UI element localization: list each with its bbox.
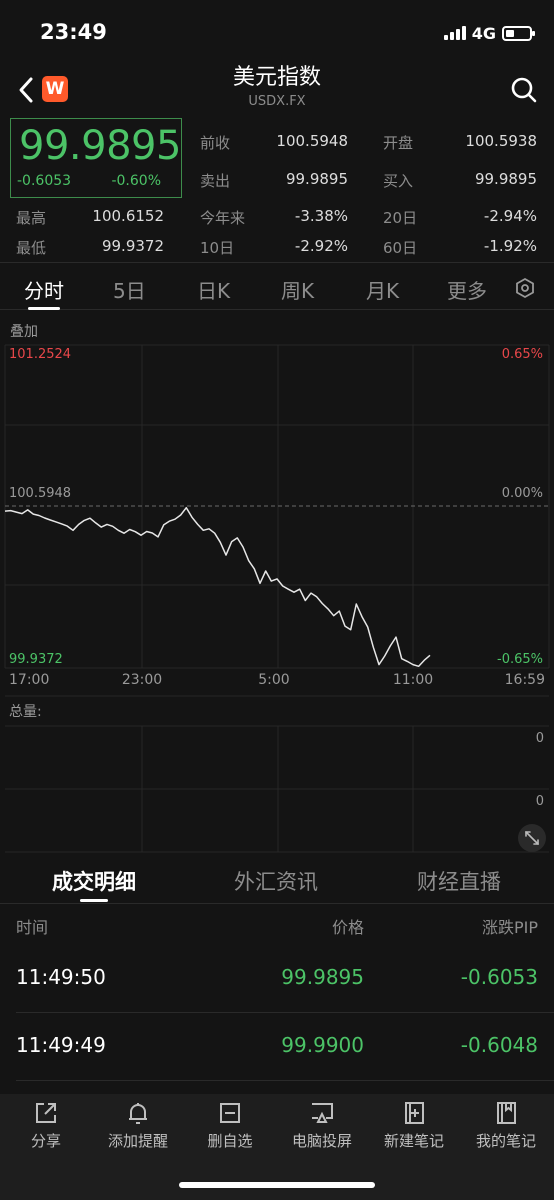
d60-value: -1.92% (483, 237, 537, 255)
add-alert-label: 添加提醒 (107, 1132, 168, 1150)
volume-top-value: 0 (536, 731, 544, 746)
col-change-header: 涨跌PIP (481, 918, 538, 937)
hexagon-settings-icon (516, 277, 534, 299)
tab-underline (28, 307, 60, 310)
price-change-pct: -0.60% (111, 173, 161, 189)
col-price-header: 价格 (331, 918, 364, 937)
x-tick-0500: 5:00 (258, 672, 289, 688)
chart-grid (4, 344, 550, 853)
chart-settings-button[interactable] (514, 277, 536, 299)
price-box: 99.9895 -0.6053 -0.60% (10, 118, 182, 198)
fullscreen-button[interactable] (518, 824, 546, 852)
network-type: 4G (471, 23, 496, 43)
x-tick-1700: 17:00 (9, 672, 49, 688)
prev-close-label: 前收 (200, 134, 231, 152)
screen-cast-button[interactable]: 电脑投屏 (276, 1100, 368, 1151)
remove-watchlist-label: 删自选 (207, 1132, 253, 1150)
trade-price: 99.9900 (281, 1033, 364, 1057)
notebook-icon (497, 1102, 516, 1124)
low-value: 99.9372 (101, 237, 164, 255)
d20-value: -2.94% (483, 207, 537, 225)
d10-label: 10日 (200, 239, 235, 257)
bell-icon (129, 1103, 147, 1124)
share-label: 分享 (30, 1132, 61, 1150)
trade-time: 11:49:50 (16, 965, 106, 989)
my-notes-label: 我的笔记 (475, 1132, 536, 1150)
x-tick-1100: 11:00 (393, 672, 433, 688)
open-label: 开盘 (383, 134, 414, 152)
bid-value: 99.9895 (474, 170, 537, 188)
row-divider (16, 1012, 554, 1013)
y-bottom-value: 99.9372 (9, 652, 63, 667)
bid-label: 买入 (383, 172, 414, 190)
last-price: 99.9895 (19, 123, 181, 169)
new-note-icon (405, 1102, 424, 1124)
y-top-value: 101.2524 (9, 347, 71, 362)
prev-close-value: 100.5948 (276, 132, 348, 150)
search-button[interactable] (510, 76, 538, 104)
ytd-label: 今年来 (200, 209, 246, 227)
ask-label: 卖出 (200, 172, 231, 190)
trade-time: 11:49:49 (16, 1033, 106, 1057)
divider (0, 903, 554, 904)
new-note-button[interactable]: 新建笔记 (368, 1100, 460, 1151)
col-time-header: 时间 (16, 918, 49, 937)
new-note-label: 新建笔记 (383, 1132, 444, 1150)
screen-cast-label: 电脑投屏 (291, 1132, 352, 1150)
status-indicators: 4G (443, 22, 535, 44)
intraday-chart[interactable]: 叠加 101.2524 0.65% 100.5948 0.00% 99.9372… (0, 312, 554, 857)
y-mid-pct: 0.00% (502, 486, 543, 501)
search-icon (511, 77, 537, 103)
low-label: 最低 (16, 239, 47, 257)
cast-icon (312, 1103, 333, 1123)
ytd-value: -3.38% (294, 207, 348, 225)
x-tick-1659: 16:59 (505, 672, 545, 688)
price-change: -0.6053 (17, 173, 72, 189)
trade-price: 99.9895 (281, 965, 364, 989)
volume-mid-value: 0 (536, 794, 544, 809)
tab-forex-news[interactable]: 外汇资讯 (234, 866, 318, 896)
tab-intraday[interactable]: 分时 (24, 275, 64, 304)
y-mid-value: 100.5948 (9, 486, 71, 501)
period-tabs: 分时 5日 日K 周K 月K 更多 (0, 262, 554, 310)
battery-icon (502, 25, 535, 41)
tab-daily-k[interactable]: 日K (197, 275, 230, 304)
volume-label: 总量: (9, 704, 42, 720)
status-time: 23:49 (40, 20, 107, 44)
minus-box-icon (220, 1103, 240, 1123)
overlay-label[interactable]: 叠加 (10, 324, 38, 340)
add-alert-button[interactable]: 添加提醒 (92, 1100, 184, 1151)
table-row: 11:49:49 99.9900 -0.6048 (0, 1028, 554, 1068)
page-title: 美元指数 (232, 65, 321, 90)
ask-value: 99.9895 (285, 170, 348, 188)
open-value: 100.5938 (465, 132, 537, 150)
share-button[interactable]: 分享 (0, 1100, 92, 1151)
high-value: 100.6152 (92, 207, 164, 225)
remove-watchlist-button[interactable]: 删自选 (184, 1100, 276, 1151)
page-subtitle: USDX.FX (248, 94, 306, 109)
table-row: 11:49:50 99.9895 -0.6053 (0, 960, 554, 1000)
trade-change: -0.6053 (460, 965, 538, 989)
share-icon (36, 1103, 56, 1123)
high-label: 最高 (16, 209, 47, 227)
bottom-tab-underline (80, 899, 108, 902)
d20-label: 20日 (383, 209, 418, 227)
x-tick-2300: 23:00 (122, 672, 162, 688)
trade-change: -0.6048 (460, 1033, 538, 1057)
price-series-line (4, 506, 431, 668)
tab-more[interactable]: 更多 (447, 275, 487, 304)
tab-weekly-k[interactable]: 周K (281, 275, 314, 304)
home-indicator (179, 1182, 375, 1188)
tab-trade-details[interactable]: 成交明细 (52, 866, 136, 896)
tab-monthly-k[interactable]: 月K (366, 275, 399, 304)
tab-finance-live[interactable]: 财经直播 (417, 866, 501, 896)
d10-value: -2.92% (294, 237, 348, 255)
signal-icon (443, 26, 466, 40)
d60-label: 60日 (383, 239, 418, 257)
tab-5day[interactable]: 5日 (113, 275, 146, 304)
my-notes-button[interactable]: 我的笔记 (460, 1100, 552, 1151)
y-top-pct: 0.65% (502, 347, 543, 362)
y-bottom-pct: -0.65% (497, 652, 543, 667)
row-divider (16, 1080, 554, 1081)
